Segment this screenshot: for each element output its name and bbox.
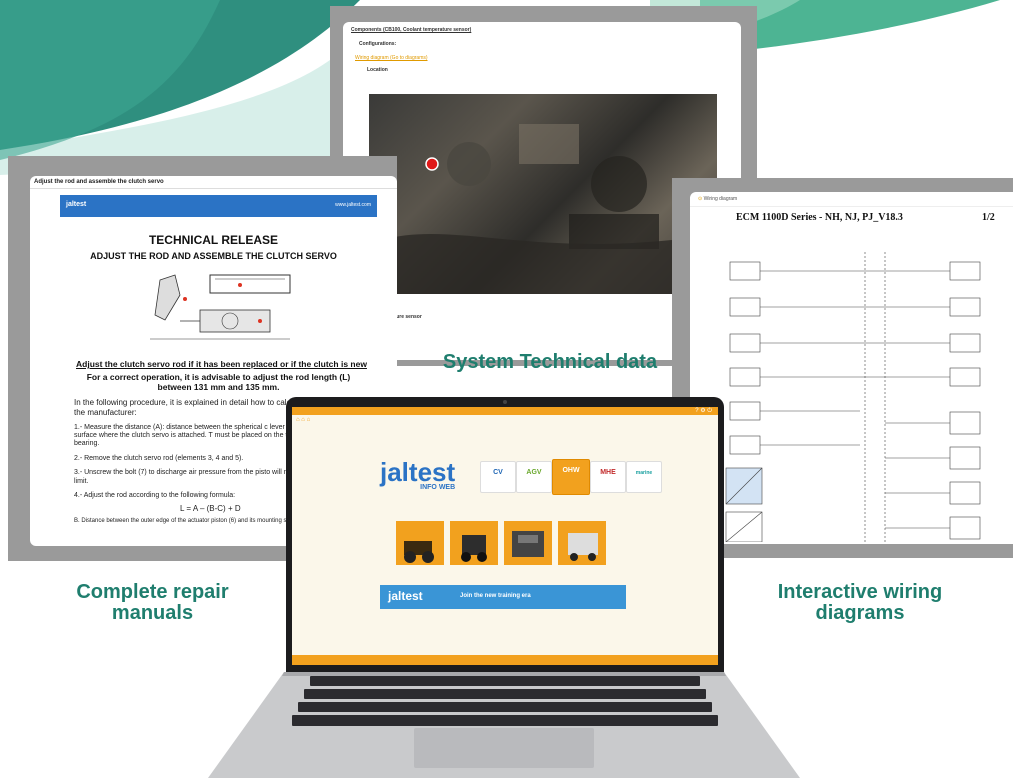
category-skidsteer[interactable] <box>450 521 498 565</box>
manual-banner: jaltest www.jaltest.com <box>60 195 377 217</box>
location-label: Location <box>367 67 388 73</box>
training-banner[interactable]: jaltest Join the new training era <box>380 585 626 609</box>
feature-technical-data: System Technical data <box>442 351 658 373</box>
wiring-diagram-card: ⊙ Wiring diagram ECM 1100D Series - NH, … <box>690 192 1013 544</box>
manual-underlined: Adjust the clutch servo rod if it has be… <box>76 359 367 369</box>
tile-marine[interactable]: marine <box>626 461 662 493</box>
feature-repair-manuals: Complete repair manuals <box>40 582 265 624</box>
manual-title: TECHNICAL RELEASE <box>148 233 279 247</box>
manual-bold: For a correct operation, it is advisable… <box>86 372 351 393</box>
feature-repair-line2: manuals <box>111 602 194 624</box>
keyboard-row-4 <box>292 715 718 726</box>
feature-wiring-diagrams: Interactive wiring diagrams <box>735 582 985 624</box>
jaltest-logo-text: jaltest <box>380 457 456 487</box>
training-banner-text: Join the new training era <box>460 593 531 599</box>
tile-ohw[interactable]: OHW <box>552 459 590 495</box>
wiring-page-number: 1/2 <box>982 212 995 223</box>
clutch-servo-diagram <box>150 274 291 340</box>
feature-repair-line1: Complete repair <box>76 581 229 603</box>
tile-agv[interactable]: AGV <box>516 461 552 493</box>
feature-wiring-line2: diagrams <box>815 602 905 624</box>
wiring-breadcrumb-text: Wiring diagram <box>703 196 738 202</box>
manual-header: Adjust the rod and assemble the clutch s… <box>30 176 397 189</box>
category-engine[interactable] <box>504 521 552 565</box>
wiring-back-icon[interactable]: ⊙ <box>698 196 702 202</box>
tile-agv-label: AGV <box>526 469 542 476</box>
engine-photo <box>369 94 717 294</box>
laptop-lid: ? ⚙ ⏻ ⌂ ⌂ ⌂ jaltest INFO WEB CV AGV OHW … <box>286 397 724 672</box>
keyboard-row-2 <box>304 689 706 699</box>
wiring-title: ECM 1100D Series - NH, NJ, PJ_V18.3 <box>736 212 903 223</box>
keyboard-row-1 <box>310 676 700 686</box>
jaltest-logo: jaltest INFO WEB <box>380 457 455 491</box>
category-loader[interactable] <box>396 521 444 565</box>
manual-banner-logo: jaltest <box>66 201 87 208</box>
components-title: Components (CB100, Coolant temperature s… <box>351 27 472 33</box>
tile-mhe-label: MHE <box>600 469 616 476</box>
tile-cv[interactable]: CV <box>480 461 516 493</box>
screen-topbar: ? ⚙ ⏻ <box>292 407 718 415</box>
laptop-screen: ? ⚙ ⏻ ⌂ ⌂ ⌂ jaltest INFO WEB CV AGV OHW … <box>292 407 718 665</box>
tile-ohw-label: OHW <box>562 467 580 474</box>
keyboard-row-3 <box>298 702 712 712</box>
wiring-diagram-link[interactable]: Wiring diagram (Go to diagrams) <box>355 55 741 61</box>
manual-banner-url: www.jaltest.com <box>335 202 371 208</box>
wiring-schematic <box>725 252 981 542</box>
tile-mhe[interactable]: MHE <box>590 461 626 493</box>
screen-home-icon[interactable]: ⌂ ⌂ ⌂ <box>296 417 310 423</box>
configurations-label: Configurations: <box>359 41 397 47</box>
tile-marine-label: marine <box>635 470 653 476</box>
wiring-breadcrumb: ⊙ Wiring diagram <box>690 192 1013 207</box>
category-truck[interactable] <box>558 521 606 565</box>
laptop-camera-icon <box>503 400 507 404</box>
engine-photo-detail <box>369 124 717 294</box>
manual-subtitle: ADJUST THE ROD AND ASSEMBLE THE CLUTCH S… <box>90 251 337 261</box>
sensor-marker-icon <box>425 157 439 171</box>
training-banner-logo: jaltest <box>388 589 423 603</box>
topbar-icons[interactable]: ? ⚙ ⏻ <box>695 407 712 415</box>
feature-wiring-line1: Interactive wiring <box>777 581 943 603</box>
screen-footer <box>292 655 718 665</box>
laptop-keyboard <box>290 674 720 730</box>
tile-cv-label: CV <box>493 469 503 476</box>
